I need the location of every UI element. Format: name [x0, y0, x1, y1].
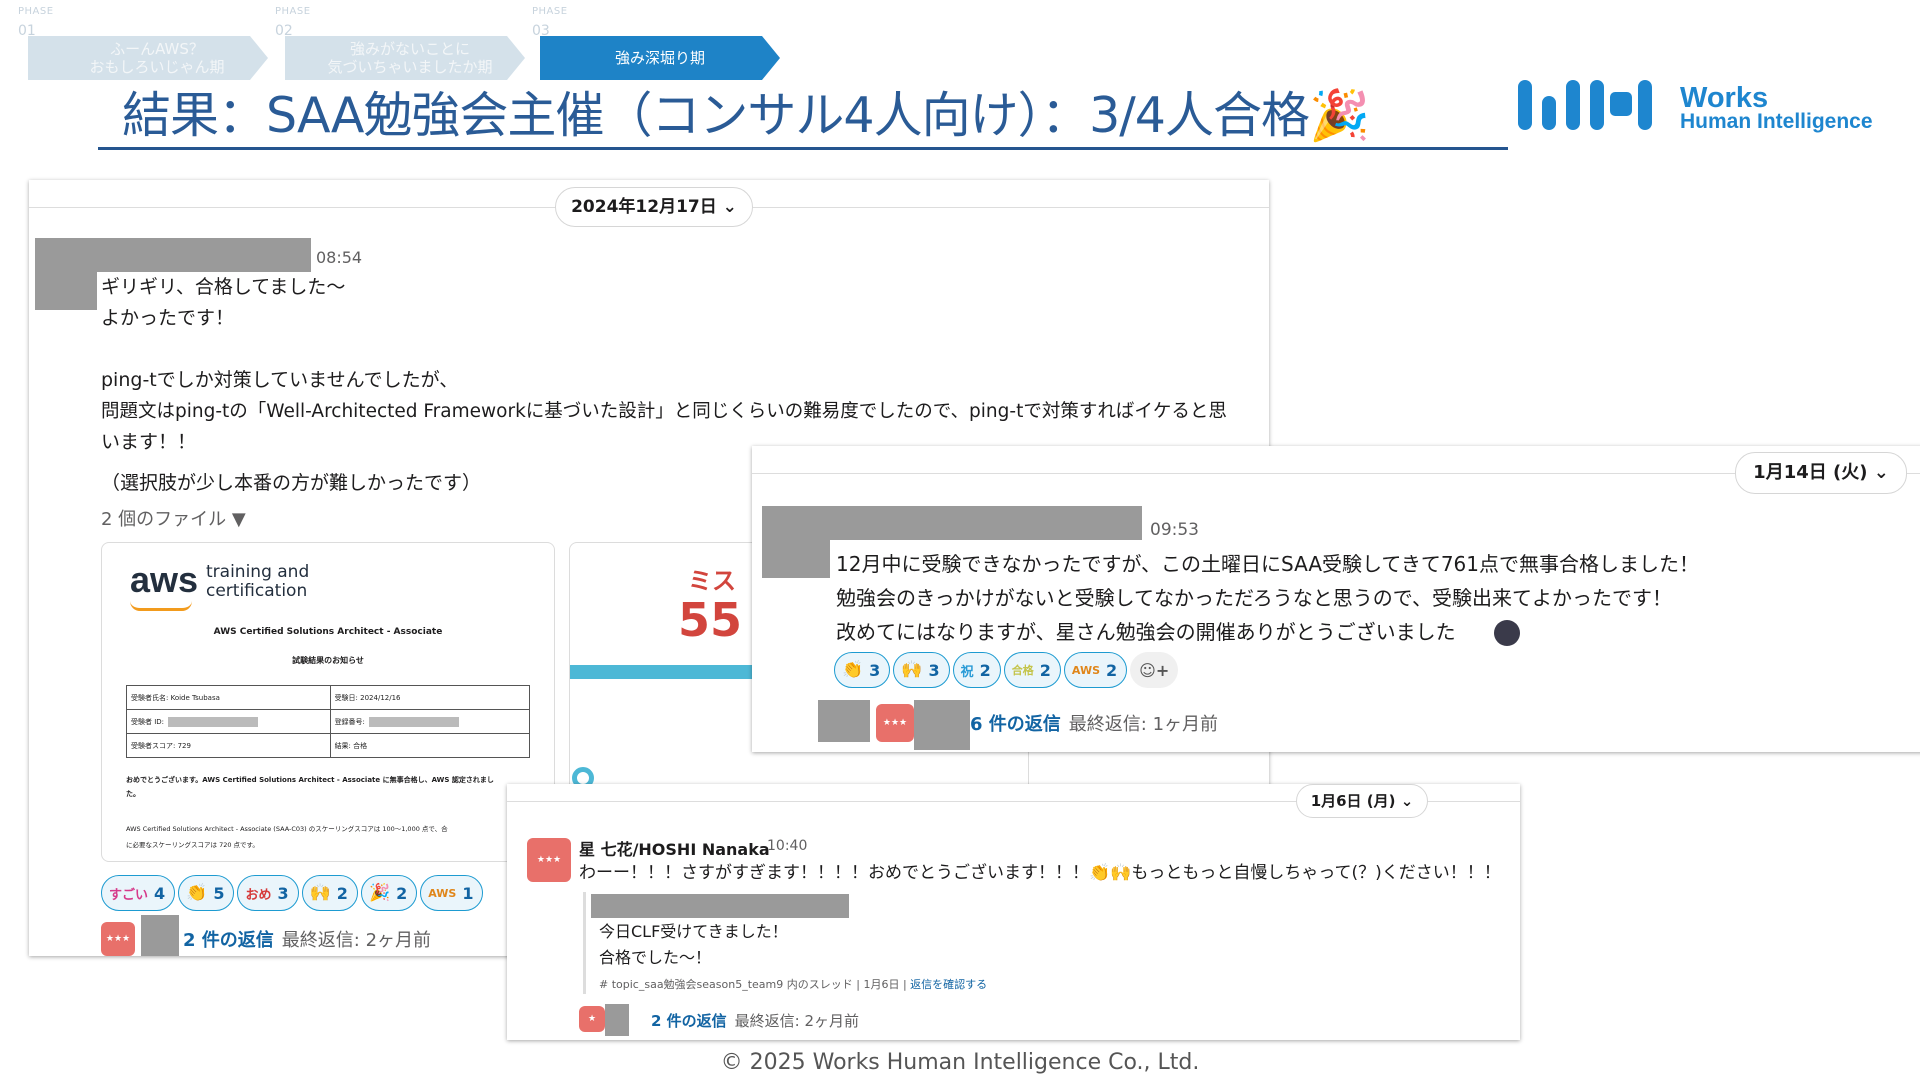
aws-brand-sub: training and — [206, 562, 310, 582]
message-line: 勉強会のきっかけがないと受験してなかっただろうなと思うので、受験出来てよかったで… — [836, 586, 1672, 610]
logo-mark — [1518, 78, 1680, 134]
message-line: 改めてにはなりますが、星さん勉強会の開催ありがとうございました — [836, 620, 1456, 644]
redacted-avatar — [762, 506, 830, 578]
date-divider[interactable]: 2024年12月17日 ⌄ — [555, 187, 753, 227]
redacted-avatar — [914, 700, 970, 750]
cert-note: に必要なスケーリングスコアは 720 点です。 — [126, 841, 259, 849]
reaction-goukaku[interactable]: 合格 2 — [1003, 652, 1061, 688]
phase-number: 01 — [18, 23, 36, 39]
bowing-person-icon — [1494, 620, 1520, 646]
message-time[interactable]: 10:40 — [767, 838, 807, 854]
redacted-avatar — [605, 1004, 629, 1036]
cert-subheading: 試験結果のお知らせ — [292, 656, 364, 665]
score-label: ミス — [688, 567, 736, 595]
score-value: 55 — [678, 593, 743, 647]
phase-number: 03 — [532, 23, 550, 39]
cert-note: た。 — [126, 790, 140, 798]
logo-text-hi: Human Intelligence — [1680, 110, 1873, 133]
redacted-avatar — [818, 700, 870, 742]
reactions-bar: すごい 4 👏 5 おめ 3 🙌 2 🎉 2 AWS 1 — [101, 875, 484, 911]
phase-2: PHASE 02 強みがないことに 気づいちゃいましたか期 — [275, 6, 525, 80]
reaction-aws[interactable]: AWS 2 — [1063, 652, 1128, 688]
quoted-line: 合格でした〜！ — [599, 948, 712, 967]
phase-label: PHASE — [275, 6, 311, 17]
page-title: 結果：SAA勉強会主催（コンサル4人向け）：3/4人合格🎉 — [122, 87, 1370, 144]
avatar[interactable]: ★★★ — [101, 922, 135, 956]
avatar[interactable]: ★★★ — [876, 704, 914, 742]
reaction-party[interactable]: 🎉 2 — [360, 875, 418, 911]
reaction-sugoi[interactable]: すごい 4 — [101, 875, 176, 911]
redacted-name — [35, 238, 311, 272]
message-line: 問題文はping-tの「Well-Architected Frameworkに基… — [101, 401, 1227, 422]
redacted-avatar — [35, 272, 97, 310]
quote-bar — [583, 892, 586, 994]
phase-3: PHASE 03 強み深堀り期 — [532, 6, 780, 80]
add-reaction-icon[interactable]: ☺+ — [1130, 652, 1179, 688]
thread-replies[interactable]: 2 件の返信 最終返信: 2ヶ月前 — [651, 1010, 859, 1031]
quoted-line: 今日CLF受けてきました！ — [599, 922, 788, 941]
message-time[interactable]: 09:53 — [1150, 520, 1199, 540]
message-line: よかったです！ — [101, 307, 235, 329]
reaction-raised-hands[interactable]: 🙌 3 — [893, 652, 950, 688]
reaction-iwai[interactable]: 祝2 — [952, 652, 1001, 688]
company-logo: Works Human Intelligence — [1518, 78, 1878, 134]
phase-text: 強みがないことに 気づいちゃいましたか期 — [327, 40, 493, 76]
reaction-ome[interactable]: おめ 3 — [237, 875, 299, 911]
certificate-attachment[interactable]: aws training and certification AWS Certi… — [101, 542, 555, 862]
message-body: わーー！！！さすがすぎます！！！！おめでとうございます！！！👏🙌もっともっと自慢… — [579, 863, 1501, 883]
reaction-clap[interactable]: 👏 3 — [834, 652, 891, 688]
date-divider[interactable]: 1月14日 (火) ⌄ — [1735, 452, 1907, 494]
avatar[interactable]: ★ — [579, 1006, 605, 1032]
phase-label: PHASE — [532, 6, 568, 17]
reaction-raised-hands[interactable]: 🙌 2 — [301, 875, 358, 911]
cert-note: おめでとうございます。AWS Certified Solutions Archi… — [126, 776, 494, 784]
aws-brand-sub: certification — [206, 581, 308, 601]
thread-meta: # topic_saa勉強会season5_team9 内のスレッド | 1月6… — [599, 978, 988, 991]
aws-smile-icon — [130, 601, 192, 611]
message-line: ping-tでしか対策していませんでしたが、 — [101, 369, 459, 391]
message-line: ギリギリ、合格してました〜 — [101, 276, 346, 298]
redacted-name — [591, 894, 849, 918]
thread-replies[interactable]: 6 件の返信 最終返信: 1ヶ月前 — [970, 710, 1218, 736]
slide: { "phases": [ {"label": "PHASE", "num": … — [0, 0, 1920, 1080]
message-line: （選択肢が少し本番の方が難しかったです） — [101, 472, 482, 494]
thread-replies[interactable]: 2 件の返信 最終返信: 2ヶ月前 — [183, 926, 431, 952]
cert-table: 受験者氏名: Koide Tsubasa 受験日: 2024/12/16 受験者 … — [126, 685, 531, 758]
phase-chevron: 強みがないことに 気づいちゃいましたか期 — [285, 36, 525, 80]
cert-note: AWS Certified Solutions Architect - Asso… — [126, 825, 448, 833]
cert-heading: AWS Certified Solutions Architect - Asso… — [213, 627, 443, 637]
message-line: 12月中に受験できなかったですが、この土曜日にSAA受験してきて761点で無事合… — [836, 552, 1700, 576]
phase-text: ふーんAWS？ おもしろいじゃん期 — [89, 40, 225, 76]
aws-logo: aws — [130, 559, 199, 600]
phase-label: PHASE — [18, 6, 54, 17]
title-underline — [98, 147, 1508, 150]
message-line: います！！ — [101, 431, 197, 453]
redacted-avatar — [141, 915, 179, 956]
message-time[interactable]: 08:54 — [316, 248, 362, 267]
view-reply-link[interactable]: 返信を確認する — [910, 978, 987, 991]
files-toggle[interactable]: 2 個のファイル ▼ — [101, 504, 246, 535]
slack-message-card-2: 1月14日 (火) ⌄ 09:53 12月中に受験できなかったですが、この土曜日… — [752, 446, 1920, 752]
slack-message-card-3: 1月6日 (月) ⌄ ★★★ 星 七花/HOSHI Nanaka 10:40 わ… — [507, 784, 1520, 1040]
reactions-bar: 👏 3 🙌 3 祝2 合格 2 AWS 2 ☺+ — [834, 652, 1179, 688]
phase-chevron: ふーんAWS？ おもしろいじゃん期 — [28, 36, 268, 80]
phase-text: 強み深堀り期 — [614, 49, 705, 67]
message-author[interactable]: 星 七花/HOSHI Nanaka — [579, 836, 770, 860]
reaction-clap[interactable]: 👏 5 — [178, 875, 235, 911]
copyright-footer: © 2025 Works Human Intelligence Co., Ltd… — [720, 1050, 1200, 1075]
date-divider[interactable]: 1月6日 (月) ⌄ — [1296, 784, 1428, 818]
phase-number: 02 — [275, 23, 293, 39]
avatar[interactable]: ★★★ — [527, 838, 571, 882]
reaction-aws[interactable]: AWS 1 — [420, 875, 484, 911]
phase-chevron: 強み深堀り期 — [540, 36, 780, 80]
phase-1: PHASE 01 ふーんAWS？ おもしろいじゃん期 — [18, 6, 268, 80]
